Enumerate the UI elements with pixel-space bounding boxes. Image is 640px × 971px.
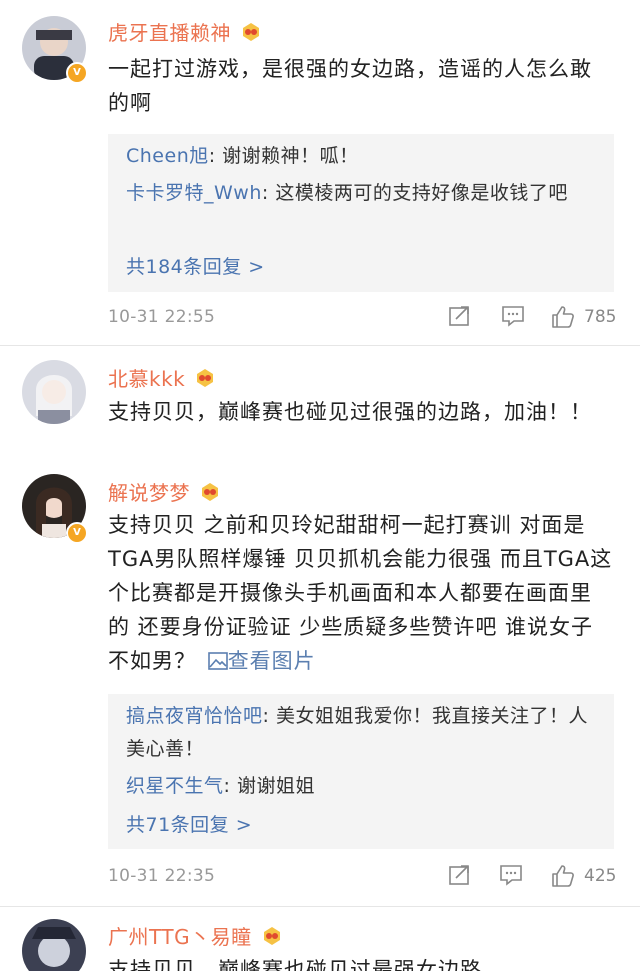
comment-text: 一起打过游戏，是很强的女边路，造谣的人怎么敢的啊 <box>108 57 592 115</box>
reply-item: 织星不生气: 谢谢姐姐 <box>126 770 596 803</box>
medal-icon <box>243 22 259 41</box>
thumbs-up-icon[interactable] <box>550 863 576 889</box>
commenter-name[interactable]: 解说梦梦 <box>108 477 190 506</box>
reply-author[interactable]: 织星不生气 <box>126 775 224 797</box>
reply-item: 卡卡罗特_Wwh: 这模棱两可的支持好像是收钱了吧 <box>126 177 596 210</box>
comment-3: V 解说梦梦 支持贝贝 之前和贝玲妃甜甜柯一起打赛训 对面是TGA男队照样爆锤 … <box>0 470 640 903</box>
comment-text: 支持贝贝，巅峰赛也碰见过最强女边路 <box>108 958 482 971</box>
reply-text: : 这模棱两可的支持好像是收钱了吧 <box>261 182 568 204</box>
avatar[interactable] <box>22 360 86 424</box>
commenter-name[interactable]: 广州TTG丶易瞳 <box>108 921 252 950</box>
thumbs-up-icon[interactable] <box>550 304 576 330</box>
repost-icon[interactable] <box>448 304 472 328</box>
reply-text: : 谢谢姐姐 <box>223 775 315 797</box>
medal-icon <box>263 926 280 945</box>
comment-meta: 10-31 22:35 425 <box>108 863 618 893</box>
view-image-link[interactable]: 查看图片 <box>204 649 316 673</box>
comment-icon[interactable] <box>500 304 526 328</box>
reply-box: Cheen旭: 谢谢赖神！呱！ 卡卡罗特_Wwh: 这模棱两可的支持好像是收钱了… <box>108 134 614 292</box>
comment-2: 北慕kkk 支持贝贝，巅峰赛也碰见过很强的边路，加油！！ <box>0 346 640 470</box>
reply-box: 搞点夜宵恰恰吧: 美女姐姐我爱你！我直接关注了！人美心善！ 织星不生气: 谢谢姐… <box>108 694 614 849</box>
medal-icon <box>202 482 218 501</box>
avatar[interactable] <box>22 919 86 971</box>
view-image-label[interactable]: 查看图片 <box>228 649 316 673</box>
verified-v-icon: V <box>66 62 88 84</box>
like-count: 425 <box>584 866 617 886</box>
image-icon <box>207 652 228 670</box>
comment-1: V 虎牙直播赖神 一起打过游戏，是很强的女边路，造谣的人怎么敢的啊 Cheen旭… <box>0 0 640 345</box>
comment-meta: 10-31 22:55 785 <box>108 304 618 334</box>
verified-v-icon: V <box>66 522 88 544</box>
timestamp: 10-31 22:35 <box>108 866 216 886</box>
reply-item: 搞点夜宵恰恰吧: 美女姐姐我爱你！我直接关注了！人美心善！ <box>126 700 596 766</box>
comment-text-body: 支持贝贝 之前和贝玲妃甜甜柯一起打赛训 对面是TGA男队照样爆锤 贝贝抓机会能力… <box>108 513 613 673</box>
reply-author[interactable]: 搞点夜宵恰恰吧 <box>126 705 263 727</box>
view-replies-link[interactable]: 共71条回复 > <box>126 810 252 837</box>
reply-item: Cheen旭: 谢谢赖神！呱！ <box>126 140 596 173</box>
avatar-image <box>22 360 86 424</box>
avatar-image <box>22 919 86 971</box>
reply-author[interactable]: 卡卡罗特_Wwh <box>126 182 262 204</box>
comment-text: 支持贝贝，巅峰赛也碰见过很强的边路，加油！！ <box>108 400 592 424</box>
reply-text: : 谢谢赖神！呱！ <box>208 145 359 167</box>
reply-author[interactable]: Cheen旭 <box>126 145 209 167</box>
like-count: 785 <box>584 307 617 327</box>
commenter-name[interactable]: 北慕kkk <box>108 363 185 392</box>
commenter-name[interactable]: 虎牙直播赖神 <box>108 17 231 46</box>
comment-4: 广州TTG丶易瞳 支持贝贝，巅峰赛也碰见过最强女边路 <box>0 907 640 971</box>
comment-text: 支持贝贝 之前和贝玲妃甜甜柯一起打赛训 对面是TGA男队照样爆锤 贝贝抓机会能力… <box>108 508 613 678</box>
view-replies-link[interactable]: 共184条回复 > <box>126 252 265 279</box>
repost-icon[interactable] <box>448 863 472 887</box>
medal-icon <box>197 368 214 387</box>
comment-icon[interactable] <box>498 863 524 887</box>
timestamp: 10-31 22:55 <box>108 307 216 327</box>
